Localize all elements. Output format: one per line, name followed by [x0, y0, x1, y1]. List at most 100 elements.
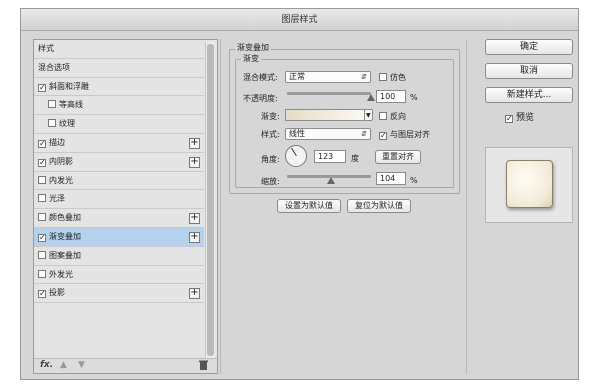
style-checkbox[interactable]: ✓	[38, 139, 46, 148]
gradient-label: 渐变:	[261, 112, 280, 121]
style-select[interactable]: 线性 ⇵	[285, 128, 371, 140]
plus-icon[interactable]: +	[189, 231, 200, 243]
style-checkbox[interactable]: ✓	[38, 158, 46, 167]
style-checkbox[interactable]	[38, 175, 46, 184]
style-item-label: 光泽	[49, 194, 65, 204]
styles-list-item[interactable]: 纹理	[34, 115, 204, 134]
scale-label: 缩放:	[261, 177, 280, 186]
blend-mode-label: 混合模式:	[243, 73, 278, 82]
align-option[interactable]: ✓ 与图层对齐	[379, 129, 430, 140]
style-checkbox[interactable]	[38, 194, 46, 203]
scale-slider-thumb[interactable]	[326, 177, 335, 184]
plus-icon[interactable]: +	[189, 156, 200, 168]
preview-swatch	[506, 160, 553, 208]
styles-list-item[interactable]: ✓ 描边 +	[34, 133, 204, 153]
reset-align-button[interactable]: 重置对齐	[375, 150, 421, 164]
fx-icon[interactable]: fx.	[40, 360, 53, 370]
select-arrow-icon: ⇵	[361, 130, 367, 138]
set-default-button[interactable]: 设置为默认值	[277, 199, 341, 213]
preview-checkbox[interactable]: ✓	[505, 115, 513, 123]
style-item-label: 外发光	[49, 269, 73, 279]
dither-checkbox[interactable]	[379, 73, 387, 81]
style-item-label: 样式	[38, 44, 54, 53]
style-checkbox[interactable]	[38, 213, 46, 222]
style-checkbox[interactable]: ✓	[38, 83, 46, 92]
opacity-input[interactable]: 100	[376, 90, 406, 103]
style-item-label: 投影	[49, 288, 65, 298]
preview-box	[485, 147, 573, 223]
layer-style-dialog: 图层样式 样式 混合选项 ✓ 斜面和浮雕 等高线 纹理 ✓ 描边 + ✓ 内阴影 + 内发光 光泽 颜色叠加…	[20, 8, 579, 380]
align-checkbox[interactable]: ✓	[379, 132, 387, 140]
styles-panel: 样式 混合选项 ✓ 斜面和浮雕 等高线 纹理 ✓ 描边 + ✓ 内阴影 + 内发光 光泽 颜色叠加 + ✓ 渐变叠…	[33, 39, 218, 374]
ok-button[interactable]: 确定	[485, 39, 573, 55]
style-item-label: 等高线	[59, 100, 83, 110]
styles-list-item[interactable]: ✓ 内阴影 +	[34, 152, 204, 172]
angle-unit: 度	[351, 154, 359, 163]
angle-input[interactable]: 123	[314, 150, 346, 163]
style-checkbox[interactable]	[38, 250, 46, 259]
styles-list-item[interactable]: 内发光	[34, 171, 204, 191]
style-item-label: 纹理	[59, 119, 75, 129]
styles-list-item[interactable]: ✓ 斜面和浮雕	[34, 77, 204, 97]
preview-label: 预览	[516, 113, 535, 123]
reverse-option[interactable]: 反向	[379, 111, 406, 122]
reset-default-button[interactable]: 复位为默认值	[347, 199, 411, 213]
styles-list-item[interactable]: 图案叠加	[34, 246, 204, 266]
styles-list-item[interactable]: ✓ 投影 +	[34, 284, 204, 304]
reverse-checkbox[interactable]	[379, 112, 387, 120]
style-checkbox[interactable]	[48, 100, 56, 109]
angle-dial[interactable]	[285, 145, 307, 167]
styles-list-item[interactable]: 颜色叠加 +	[34, 209, 204, 228]
chevron-down-icon: ▼	[366, 112, 371, 119]
style-item-label: 描边	[49, 137, 65, 147]
style-checkbox[interactable]: ✓	[38, 233, 46, 242]
styles-list-item[interactable]: ✓ 渐变叠加 +	[34, 227, 204, 247]
styles-scrollbar[interactable]	[205, 42, 215, 360]
arrow-down-icon[interactable]: ▼	[78, 360, 85, 370]
styles-list-item[interactable]: 外发光	[34, 265, 204, 285]
dither-option[interactable]: 仿色	[379, 72, 406, 83]
plus-icon[interactable]: +	[189, 213, 200, 225]
style-item-label: 渐变叠加	[49, 231, 81, 241]
style-checkbox[interactable]	[38, 269, 46, 278]
styles-list-item[interactable]: 光泽	[34, 190, 204, 210]
dialog-title: 图层样式	[21, 9, 578, 31]
opacity-label: 不透明度:	[243, 94, 278, 103]
styles-bottom-bar: fx. ▲ ▼	[34, 358, 217, 373]
arrow-up-icon[interactable]: ▲	[60, 360, 67, 370]
subsection-title: 渐变	[241, 53, 261, 64]
style-item-label: 内发光	[49, 175, 73, 185]
plus-icon[interactable]: +	[189, 288, 200, 300]
style-item-label: 斜面和浮雕	[49, 81, 89, 91]
dither-label: 仿色	[390, 73, 406, 82]
opacity-unit: %	[410, 93, 418, 102]
blend-mode-select[interactable]: 正常 ⇵	[285, 71, 371, 83]
styles-list-item[interactable]: 样式	[34, 40, 204, 59]
angle-needle	[291, 147, 297, 156]
opacity-slider-thumb[interactable]	[367, 94, 375, 101]
style-checkbox[interactable]: ✓	[38, 290, 46, 299]
style-label: 样式:	[261, 130, 280, 139]
new-style-button[interactable]: 新建样式...	[485, 87, 573, 103]
styles-list-item[interactable]: 等高线	[34, 96, 204, 116]
align-label: 与图层对齐	[390, 130, 430, 139]
trash-icon[interactable]	[199, 360, 208, 373]
gradient-dropdown-button[interactable]: ▼	[364, 109, 373, 121]
gradient-picker[interactable]	[285, 109, 365, 121]
plus-icon[interactable]: +	[189, 137, 200, 149]
opacity-slider[interactable]	[287, 92, 371, 95]
scrollbar-thumb[interactable]	[207, 44, 214, 356]
blend-mode-value: 正常	[289, 72, 305, 81]
cancel-button[interactable]: 取消	[485, 63, 573, 79]
styles-list-item[interactable]: 混合选项	[34, 58, 204, 78]
style-item-label: 内阴影	[49, 156, 73, 166]
scale-unit: %	[410, 176, 418, 185]
reverse-label: 反向	[390, 112, 406, 121]
style-item-label: 混合选项	[38, 62, 70, 72]
preview-option[interactable]: ✓ 预览	[505, 110, 534, 123]
style-item-label: 图案叠加	[49, 250, 81, 260]
scale-input[interactable]: 104	[376, 172, 406, 185]
styles-list: 样式 混合选项 ✓ 斜面和浮雕 等高线 纹理 ✓ 描边 + ✓ 内阴影 + 内发光 光泽 颜色叠加 + ✓ 渐变叠…	[34, 40, 204, 304]
style-checkbox[interactable]	[48, 119, 56, 128]
style-item-label: 颜色叠加	[49, 213, 81, 223]
